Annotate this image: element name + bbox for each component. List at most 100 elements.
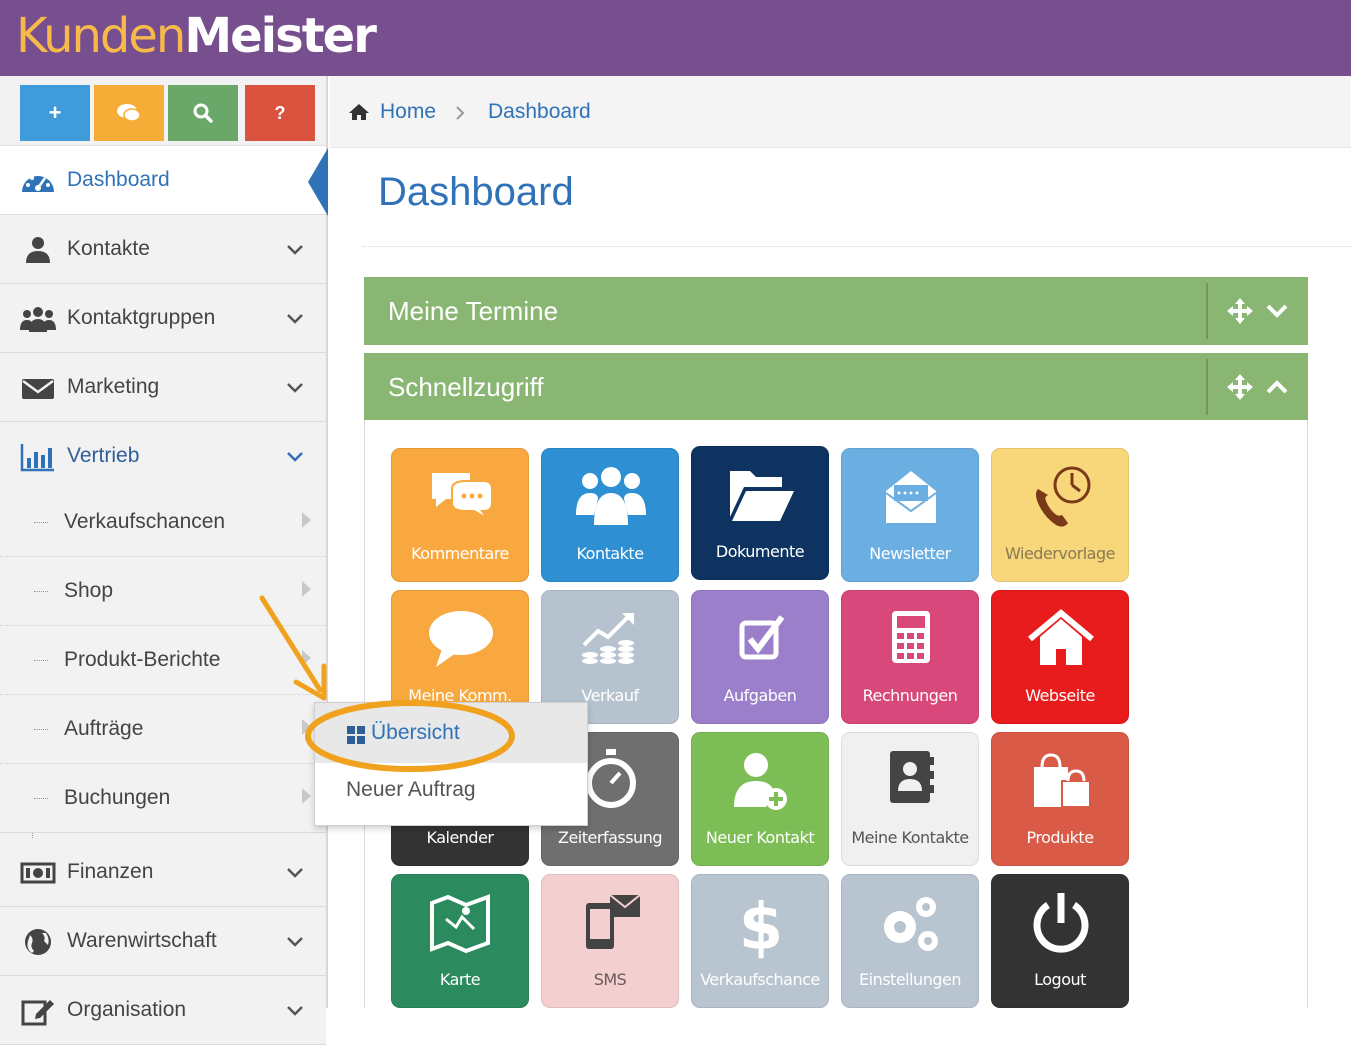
tile-label: Neuer Kontakt xyxy=(705,828,815,847)
chevron-down-icon xyxy=(287,383,303,393)
sidebar-item-kontakte[interactable]: Kontakte xyxy=(0,215,326,284)
quick-actions: + ? xyxy=(0,76,326,146)
tile-label: Produkte xyxy=(1026,828,1094,847)
help-button[interactable]: ? xyxy=(245,85,315,141)
search-button[interactable] xyxy=(168,85,238,141)
tile-label: Aufgaben xyxy=(723,686,797,705)
panel-header-schnellzugriff[interactable]: Schnellzugriff xyxy=(364,353,1308,421)
caret-right-icon xyxy=(302,512,311,528)
submenu-popup-auftraege: Übersicht Neuer Auftrag xyxy=(314,702,588,826)
shopping-bags-icon xyxy=(1034,753,1091,808)
panel-header-termine[interactable]: Meine Termine xyxy=(364,277,1308,345)
submenu-item-label: Aufträge xyxy=(64,717,144,740)
edit-icon xyxy=(21,1000,54,1026)
submenu-item-buchungen[interactable]: Buchungen xyxy=(0,764,326,833)
dollar-icon: $ xyxy=(739,891,784,959)
power-icon xyxy=(1033,893,1089,953)
tree-connector xyxy=(34,798,48,799)
tile-einstellungen[interactable]: Einstellungen xyxy=(841,874,979,1008)
panel-controls xyxy=(1227,298,1288,324)
tile-kommentare[interactable]: Kommentare xyxy=(391,448,529,582)
sidebar-item-finanzen[interactable]: Finanzen xyxy=(0,838,326,907)
tile-rechnungen[interactable]: Rechnungen xyxy=(841,590,979,724)
tile-wiedervorlage[interactable]: Wiedervorlage xyxy=(991,448,1129,582)
tree-connector xyxy=(34,660,48,661)
tile-aufgaben[interactable]: Aufgaben xyxy=(691,590,829,724)
logo-text-kunden: Kunden xyxy=(16,8,186,64)
tree-connector xyxy=(34,522,48,523)
app-logo[interactable]: KundenMeister xyxy=(16,8,377,64)
submenu-item-verkaufschancen[interactable]: Verkaufschancen xyxy=(0,488,326,557)
gears-icon xyxy=(884,897,938,951)
tile-neuer-kontakt[interactable]: Neuer Kontakt xyxy=(691,732,829,866)
user-icon xyxy=(26,237,50,263)
submenu-item-produkt-berichte[interactable]: Produkt-Berichte xyxy=(0,626,326,695)
tile-label: Kontakte xyxy=(576,544,644,563)
sidebar-item-label: Warenwirtschaft xyxy=(67,929,217,952)
sidebar-item-label: Vertrieb xyxy=(67,444,140,467)
money-icon xyxy=(20,862,56,884)
svg-text:$: $ xyxy=(739,891,784,959)
sidebar-item-label: Finanzen xyxy=(67,860,154,883)
calculator-icon xyxy=(892,611,930,663)
top-bar: KundenMeister xyxy=(0,0,1351,76)
caret-right-icon xyxy=(302,650,311,666)
tile-dokumente[interactable]: Dokumente xyxy=(691,446,829,580)
submenu-item-label: Verkaufschancen xyxy=(64,510,226,533)
newsletter-icon xyxy=(885,471,937,523)
plus-icon: + xyxy=(48,100,62,125)
tile-label: Dokumente xyxy=(715,542,805,561)
sidebar-item-organisation[interactable]: Organisation xyxy=(0,976,326,1045)
tile-label: Logout xyxy=(1034,970,1086,989)
mobile-message-icon xyxy=(586,894,641,949)
checkbox-icon xyxy=(739,615,785,660)
active-indicator xyxy=(308,148,328,216)
tile-karte[interactable]: Karte xyxy=(391,874,529,1008)
panel-title: Meine Termine xyxy=(388,296,559,326)
chevron-down-icon[interactable] xyxy=(1266,304,1288,318)
submenu-item-label: Buchungen xyxy=(64,786,171,809)
tree-connector xyxy=(34,729,48,730)
move-icon[interactable] xyxy=(1227,374,1253,400)
sidebar-item-dashboard[interactable]: Dashboard xyxy=(0,146,326,215)
submenu-item-shop[interactable]: Shop xyxy=(0,557,326,626)
tile-sms[interactable]: SMS xyxy=(541,874,679,1008)
phone-clock-icon xyxy=(1036,466,1091,527)
sidebar-item-label: Kontaktgruppen xyxy=(67,306,216,329)
tile-verkaufschance[interactable]: $ Verkaufschance xyxy=(691,874,829,1008)
caret-right-icon xyxy=(302,581,311,597)
submenu-item-label: Produkt-Berichte xyxy=(64,648,221,671)
sidebar-item-marketing[interactable]: Marketing xyxy=(0,353,326,422)
submenu-item-label: Shop xyxy=(64,579,114,602)
add-user-icon xyxy=(734,753,787,810)
sidebar-item-warenwirtschaft[interactable]: Warenwirtschaft xyxy=(0,907,326,976)
logo-text-meister: Meister xyxy=(184,8,377,64)
caret-right-icon xyxy=(302,719,311,735)
tile-kontakte[interactable]: Kontakte xyxy=(541,448,679,582)
sidebar-item-kontaktgruppen[interactable]: Kontaktgruppen xyxy=(0,284,326,353)
submenu-item-auftraege[interactable]: Aufträge xyxy=(0,695,326,764)
tile-logout[interactable]: Logout xyxy=(991,874,1129,1008)
chevron-up-icon[interactable] xyxy=(1266,380,1288,394)
popup-option-uebersicht[interactable]: Übersicht xyxy=(315,703,587,763)
tile-newsletter[interactable]: Newsletter xyxy=(841,448,979,582)
comments-button[interactable] xyxy=(94,85,164,141)
chevron-down-icon xyxy=(287,245,303,255)
chevron-down-icon xyxy=(287,1006,303,1016)
sidebar-item-label: Dashboard xyxy=(67,168,170,191)
tile-label: Wiedervorlage xyxy=(1005,544,1115,563)
breadcrumb-current[interactable]: Dashboard xyxy=(488,76,591,148)
tile-meine-kontakte[interactable]: Meine Kontakte xyxy=(841,732,979,866)
tile-webseite[interactable]: Webseite xyxy=(991,590,1129,724)
sidebar-item-vertrieb[interactable]: Vertrieb xyxy=(0,422,326,491)
move-icon[interactable] xyxy=(1227,298,1253,324)
tile-label: Meine Kontakte xyxy=(851,828,969,847)
breadcrumb-home-link[interactable]: Home xyxy=(380,76,436,148)
folder-open-icon xyxy=(730,471,794,521)
users-icon xyxy=(20,307,56,332)
popup-option-neuer-auftrag[interactable]: Neuer Auftrag xyxy=(346,778,476,802)
panel-separator xyxy=(1206,283,1208,339)
tile-produkte[interactable]: Produkte xyxy=(991,732,1129,866)
add-button[interactable]: + xyxy=(20,85,90,141)
tile-label: Kommentare xyxy=(411,544,509,563)
